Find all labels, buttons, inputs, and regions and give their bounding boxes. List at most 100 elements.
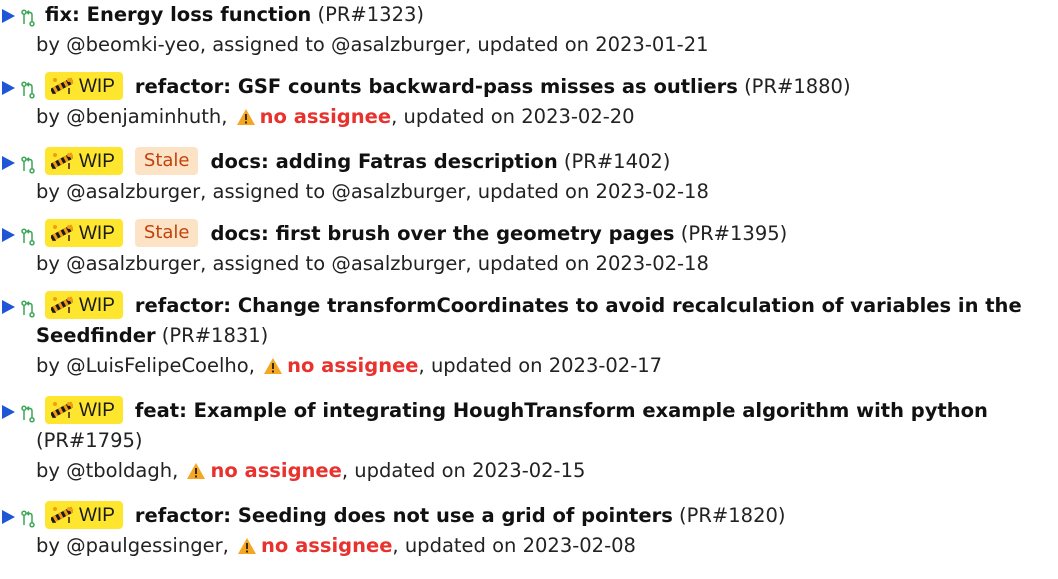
pr-updated-date: 2023-02-08: [522, 534, 636, 557]
pr-author[interactable]: @paulgessinger: [66, 534, 222, 557]
expand-toggle-icon[interactable]: [2, 156, 15, 170]
pr-title-line: WIP refactor: GSF counts backward-pass mi…: [2, 71, 1058, 102]
warning-triangle-icon: [186, 459, 206, 489]
warning-triangle-icon: [236, 105, 256, 135]
pr-title-line: WIP refactor: Change transformCoordinates…: [2, 290, 1058, 351]
pr-author[interactable]: @asalzburger: [66, 180, 200, 203]
wip-badge: WIP: [45, 218, 123, 247]
pr-list-item: WIP feat: Example of integrating HoughTra…: [0, 395, 1058, 489]
pr-author[interactable]: @asalzburger: [66, 252, 200, 275]
git-pull-request-icon: [21, 507, 35, 528]
pr-byline: by @LuisFelipeCoelho, no assignee, updat…: [36, 351, 1058, 384]
expand-toggle-icon[interactable]: [2, 228, 15, 242]
no-assignee-label: no assignee: [259, 105, 392, 128]
updated-on-label: updated on: [403, 105, 522, 128]
pr-number[interactable]: (PR#1820): [679, 504, 786, 527]
by-label: by: [36, 180, 67, 203]
pr-title-wrap: WIP feat: Example of integrating HoughTra…: [36, 395, 988, 452]
pr-number[interactable]: (PR#1402): [564, 150, 671, 173]
pr-title-wrap: WIP Stale docs: first brush over the geome…: [36, 218, 788, 247]
pr-byline: by @benjaminhuth, no assignee, updated o…: [36, 102, 1058, 135]
pr-assignee[interactable]: @asalzburger: [331, 252, 465, 275]
pr-title-line: WIP feat: Example of integrating HoughTra…: [2, 395, 1058, 456]
assigned-to-label: assigned to: [212, 252, 332, 275]
pr-author[interactable]: @benjaminhuth: [66, 105, 221, 128]
pr-byline: by @asalzburger, assigned to @asalzburge…: [36, 180, 709, 203]
git-pull-request-icon: [21, 78, 35, 99]
pull-request-list: fix: Energy loss function (PR#1323) by @b…: [0, 0, 1058, 576]
wip-badge: WIP: [45, 290, 123, 319]
pr-updated-date: 2023-01-21: [595, 33, 709, 56]
git-pull-request-icon: [21, 6, 35, 27]
pr-author[interactable]: @LuisFelipeCoelho: [66, 354, 249, 377]
pr-updated-date: 2023-02-20: [521, 105, 635, 128]
pr-title[interactable]: refactor: Seeding does not use a grid of…: [135, 504, 673, 527]
pr-byline: by @beomki-yeo, assigned to @asalzburger…: [36, 33, 709, 56]
stale-badge: Stale: [134, 218, 199, 247]
construction-barrier-icon: [49, 149, 79, 172]
no-assignee-label: no assignee: [210, 459, 342, 482]
construction-barrier-icon: [49, 293, 79, 316]
pr-list-item: fix: Energy loss function (PR#1323) by @b…: [0, 0, 1058, 60]
expand-toggle-icon[interactable]: [2, 405, 15, 419]
pr-author[interactable]: @tboldagh: [66, 459, 172, 482]
construction-barrier-icon: [49, 74, 79, 97]
pr-title[interactable]: docs: first brush over the geometry page…: [210, 222, 674, 245]
pr-title[interactable]: refactor: GSF counts backward-pass misse…: [135, 75, 738, 98]
pr-title-wrap: fix: Energy loss function (PR#1323): [36, 3, 424, 26]
pr-title-line: fix: Energy loss function (PR#1323): [2, 0, 1058, 30]
expand-toggle-icon[interactable]: [2, 300, 15, 314]
pr-title-wrap: WIP refactor: GSF counts backward-pass mi…: [36, 71, 851, 100]
warning-triangle-icon: [237, 534, 257, 564]
pr-title-wrap: WIP refactor: Change transformCoordinates…: [36, 290, 1022, 347]
wip-label: WIP: [79, 75, 115, 97]
pr-byline: by @asalzburger, assigned to @asalzburge…: [36, 252, 709, 275]
wip-badge: WIP: [45, 395, 123, 424]
pr-number[interactable]: (PR#1831): [162, 324, 269, 347]
pr-list-item: WIP Stale docs: adding Fatras description …: [0, 146, 1058, 207]
by-label: by: [36, 33, 67, 56]
updated-on-label: updated on: [404, 534, 523, 557]
updated-on-label: updated on: [477, 33, 596, 56]
wip-badge: WIP: [45, 146, 123, 175]
pr-list-item: WIP refactor: Seeding does not use a grid…: [0, 500, 1058, 564]
expand-toggle-icon[interactable]: [2, 9, 15, 23]
wip-label: WIP: [79, 222, 115, 244]
pr-title[interactable]: feat: Example of integrating HoughTransf…: [135, 399, 988, 422]
construction-barrier-icon: [49, 503, 79, 526]
pr-number[interactable]: (PR#1795): [36, 429, 143, 452]
pr-byline: by @paulgessinger, no assignee, updated …: [36, 531, 1058, 564]
updated-on-label: updated on: [477, 252, 596, 275]
no-assignee-label: no assignee: [261, 534, 393, 557]
git-pull-request-icon: [21, 225, 35, 246]
expand-toggle-icon[interactable]: [2, 81, 15, 95]
construction-barrier-icon: [49, 221, 79, 244]
wip-label: WIP: [79, 294, 115, 316]
assigned-to-label: assigned to: [212, 33, 331, 56]
pr-author[interactable]: @beomki-yeo: [66, 33, 200, 56]
assigned-to-label: assigned to: [212, 180, 332, 203]
git-pull-request-icon: [21, 297, 35, 318]
pr-title-wrap: WIP refactor: Seeding does not use a grid…: [36, 500, 786, 529]
pr-updated-date: 2023-02-15: [472, 459, 586, 482]
pr-number[interactable]: (PR#1395): [681, 222, 788, 245]
pr-title-line: WIP Stale docs: adding Fatras description …: [2, 146, 1058, 177]
by-label: by: [36, 459, 67, 482]
pr-title-line: WIP refactor: Seeding does not use a grid…: [2, 500, 1058, 531]
by-label: by: [36, 252, 67, 275]
construction-barrier-icon: [49, 398, 79, 421]
no-assignee-label: no assignee: [287, 354, 419, 377]
pr-updated-date: 2023-02-17: [548, 354, 663, 377]
expand-toggle-icon[interactable]: [2, 510, 15, 524]
pr-number[interactable]: (PR#1880): [744, 75, 851, 98]
wip-label: WIP: [79, 504, 115, 526]
pr-title[interactable]: fix: Energy loss function: [45, 3, 311, 26]
pr-byline: by @tboldagh, no assignee, updated on 20…: [36, 456, 1058, 489]
pr-assignee[interactable]: @asalzburger: [331, 33, 465, 56]
pr-number[interactable]: (PR#1323): [318, 3, 425, 26]
pr-assignee[interactable]: @asalzburger: [331, 180, 465, 203]
warning-triangle-icon: [263, 354, 283, 384]
pr-title[interactable]: docs: adding Fatras description: [210, 150, 557, 173]
pr-list-item: WIP refactor: GSF counts backward-pass mi…: [0, 71, 1058, 135]
wip-badge: WIP: [45, 500, 123, 529]
